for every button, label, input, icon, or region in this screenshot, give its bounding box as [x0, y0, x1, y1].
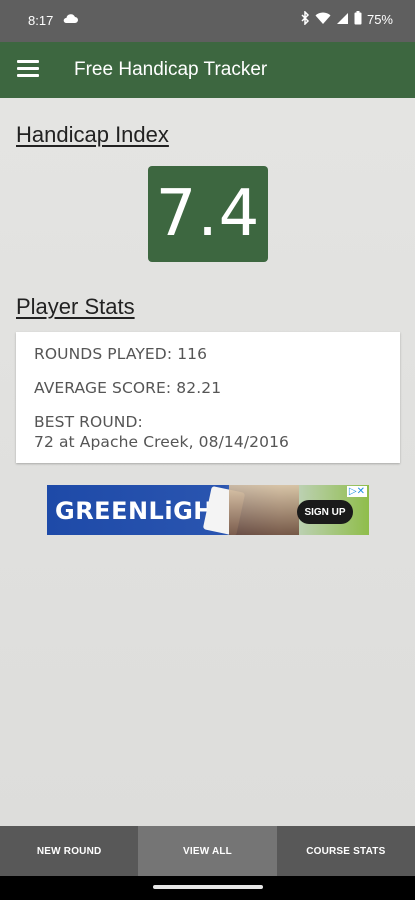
- bluetooth-icon: [300, 10, 310, 28]
- rounds-played: ROUNDS PLAYED: 116: [34, 345, 208, 363]
- gesture-bar: [0, 876, 415, 900]
- battery-icon: [354, 11, 362, 28]
- app-bar: Free Handicap Tracker: [0, 42, 415, 98]
- status-time: 8:17: [28, 13, 54, 28]
- cloud-icon: [62, 12, 78, 27]
- battery-percent: 75%: [366, 12, 393, 27]
- player-stats-card: ROUNDS PLAYED: 116 AVERAGE SCORE: 82.21 …: [16, 332, 400, 463]
- status-bar: 8:17 75%: [0, 0, 415, 42]
- ad-banner[interactable]: GREENLiGHT SIGN UP ▷✕: [47, 485, 369, 535]
- ad-signup-button[interactable]: SIGN UP: [297, 500, 353, 524]
- menu-icon[interactable]: [17, 60, 39, 78]
- course-stats-button[interactable]: COURSE STATS: [277, 826, 415, 876]
- main-content: Handicap Index 7.4 Player Stats ROUNDS P…: [0, 98, 415, 826]
- ad-photo: [229, 485, 299, 535]
- best-round-label: BEST ROUND:: [34, 413, 143, 431]
- view-all-button[interactable]: VIEW ALL: [138, 826, 277, 876]
- wifi-icon: [315, 12, 331, 28]
- handicap-index-heading: Handicap Index: [16, 122, 169, 147]
- best-round: BEST ROUND: 72 at Apache Creek, 08/14/20…: [34, 412, 382, 452]
- bottom-nav: NEW ROUND VIEW ALL COURSE STATS: [0, 826, 415, 876]
- ad-choices-icon[interactable]: ▷✕: [346, 486, 367, 497]
- home-gesture-handle[interactable]: [153, 885, 263, 889]
- status-icons: 75%: [300, 10, 393, 28]
- new-round-button[interactable]: NEW ROUND: [0, 826, 138, 876]
- player-stats-heading: Player Stats: [16, 294, 135, 319]
- app-title: Free Handicap Tracker: [74, 59, 268, 80]
- average-score: AVERAGE SCORE: 82.21: [34, 379, 222, 397]
- signal-icon: [336, 12, 349, 28]
- handicap-index-value: 7.4: [148, 166, 268, 262]
- best-round-value: 72 at Apache Creek, 08/14/2016: [34, 433, 289, 451]
